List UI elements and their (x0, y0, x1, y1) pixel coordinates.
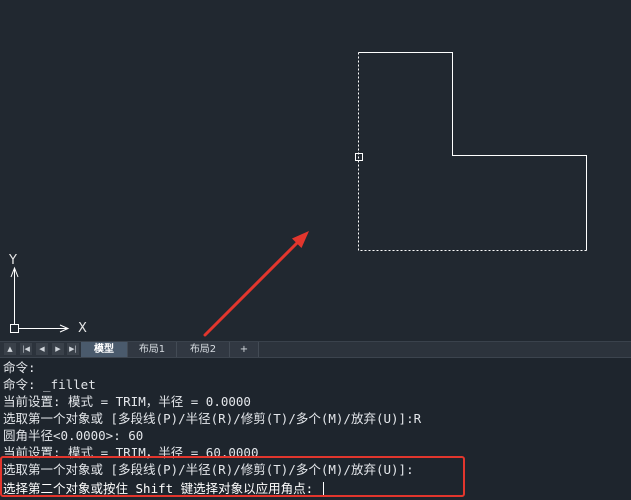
command-input-line[interactable]: 选择第二个对象或按住 Shift 键选择对象以应用角点: (3, 480, 463, 497)
command-history-line: 当前设置: 模式 = TRIM，半径 = 60.0000 (3, 445, 259, 460)
l-shape-selected-edges[interactable] (358, 52, 587, 251)
prev-icon[interactable]: ◀ (36, 343, 48, 355)
command-history-line: 选取第一个对象或 [多段线(P)/半径(R)/修剪(T)/多个(M)/放弃(U)… (3, 411, 422, 426)
command-history-line: 选取第一个对象或 [多段线(P)/半径(R)/修剪(T)/多个(M)/放弃(U)… (3, 462, 414, 477)
up-arrow-icon[interactable]: ▲ (4, 343, 16, 355)
l-shape-solid-edges[interactable] (358, 52, 587, 251)
tab-add-layout[interactable]: + (230, 342, 259, 357)
ucs-icon (10, 266, 70, 333)
text-cursor (322, 482, 324, 495)
drawing-svg[interactable] (0, 0, 631, 341)
tab-layout1[interactable]: 布局1 (128, 342, 177, 357)
command-history-line: 当前设置: 模式 = TRIM，半径 = 0.0000 (3, 394, 251, 409)
cad-window: Y X ▲ |◀ ◀ ▶ ▶| 模型 布局1 布局2 + 命令: 命令: _fi… (0, 0, 631, 500)
first-icon[interactable]: |◀ (20, 343, 32, 355)
drawing-canvas[interactable]: Y X (0, 0, 631, 341)
next-icon[interactable]: ▶ (52, 343, 64, 355)
tab-model[interactable]: 模型 (81, 342, 128, 357)
last-icon[interactable]: ▶| (67, 343, 79, 355)
command-prompt: 选择第二个对象或按住 Shift 键选择对象以应用角点: (3, 481, 321, 496)
command-window[interactable]: 命令: 命令: _fillet 当前设置: 模式 = TRIM，半径 = 0.0… (0, 357, 631, 500)
ucs-x-label: X (78, 321, 87, 336)
command-history-line: 命令: _fillet (3, 377, 96, 392)
command-history-line: 圆角半径<0.0000>: 60 (3, 428, 144, 443)
layout-tab-bar: ▲ |◀ ◀ ▶ ▶| 模型 布局1 布局2 + (0, 341, 631, 357)
command-history-line: 命令: (3, 360, 36, 375)
ucs-y-label: Y (9, 253, 17, 268)
tab-layout2[interactable]: 布局2 (177, 342, 230, 357)
